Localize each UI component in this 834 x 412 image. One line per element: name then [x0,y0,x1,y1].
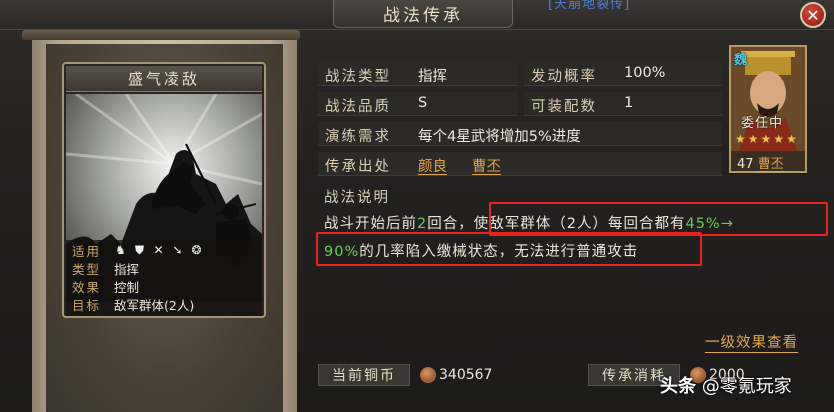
bow-icon: ✕ [153,243,164,257]
page-title: 战法传承 [333,0,513,28]
kingdom-badge: 魏 [734,53,748,68]
hero-level: 47 [737,157,754,172]
copper-coin-icon [420,367,436,383]
annotation-box-2 [316,232,702,266]
info-row-applicable: 适用 ♞ ⛊ ✕ ➘ ❂ [72,242,203,260]
trigger-rate-value: 100% [624,65,666,81]
watermark: 头条 @零氪玩家 [660,372,792,398]
applicable-icons: ♞ ⛊ ✕ ➘ ❂ [114,244,203,257]
star-icon: ★ [747,132,759,146]
slots-value: 1 [624,95,634,111]
train-value: 每个4星武将增加5%进度 [418,129,581,145]
skill-card-info: 适用 ♞ ⛊ ✕ ➘ ❂ 类型 指挥 效果 控制 目标 敌军群体(2人) [66,240,262,316]
info-value: 敌军群体(2人) [114,298,195,313]
annotation-box-1 [489,202,828,236]
effect-view-link[interactable]: 一级效果查看 [705,331,798,353]
quality-value: S [418,95,428,111]
watermark-handle: @零氪玩家 [701,376,792,397]
hero-name-link[interactable]: 曹丕 [758,157,784,172]
skill-type-value: 指挥 [418,69,447,85]
scroll-rod [22,30,300,40]
origin-label: 传承出处 [325,159,391,175]
close-button[interactable]: ✕ [800,2,826,28]
watermark-prefix: 头条 [660,376,696,397]
skill-type-label: 战法类型 [325,69,391,85]
hero-status: 委任中 [741,116,784,131]
star-icon: ★ [773,132,785,146]
copper-amount: 340567 [420,364,492,386]
train-label: 演练需求 [325,129,391,145]
hero-level-row: 47 曹丕 [737,153,784,172]
spear-icon: ➘ [172,243,183,257]
hero-stars: ★ ★ ★ ★ ★ [735,133,797,145]
close-icon: ✕ [806,5,820,25]
copper-label: 当前铜币 [318,364,410,386]
desc-text: 战斗开始后前 [324,216,417,232]
skill-card: 盛气凌敌 适用 ♞ ⛊ ✕ ➘ ❂ 类型 指挥 效果 控制 目标 敌军群体(2人… [62,62,266,318]
slots-label: 可装配数 [531,99,597,115]
trigger-rate-label: 发动概率 [531,69,597,85]
cavalry-icon: ♞ [115,243,126,257]
quality-label: 战法品质 [325,99,391,115]
star-icon: ★ [786,132,797,146]
info-value: 控制 [114,280,140,295]
skill-card-title: 盛气凌敌 [66,66,262,92]
wheel-icon: ❂ [191,243,202,257]
info-key: 目标 [72,298,102,313]
inheritance-screen: 战法传承 [天崩地裂传] ✕ 盛气凌敌 适用 ♞ ⛊ ✕ ➘ ❂ 类型 指挥 效… [0,0,834,412]
info-row-target: 目标 敌军群体(2人) [72,296,194,313]
star-icon: ★ [760,132,772,146]
origin-hero-link-a[interactable]: 颜良 [418,155,447,176]
info-key: 类型 [72,262,102,277]
info-key: 效果 [72,280,102,295]
description-title: 战法说明 [324,190,390,206]
shield-icon: ⛊ [134,243,144,257]
info-value: 指挥 [114,262,140,277]
info-row-type: 类型 指挥 [72,260,139,277]
copper-value: 340567 [439,367,493,383]
origin-hero-link-b[interactable]: 曹丕 [472,155,501,176]
info-key: 适用 [72,244,102,259]
desc-rounds: 2 [417,216,428,232]
top-link[interactable]: [天崩地裂传] [548,0,630,14]
star-icon: ★ [735,132,746,146]
info-row-effect: 效果 控制 [72,278,139,295]
hero-portrait[interactable]: 魏 委任中 ★ ★ ★ ★ ★ 47 曹丕 [729,45,807,173]
